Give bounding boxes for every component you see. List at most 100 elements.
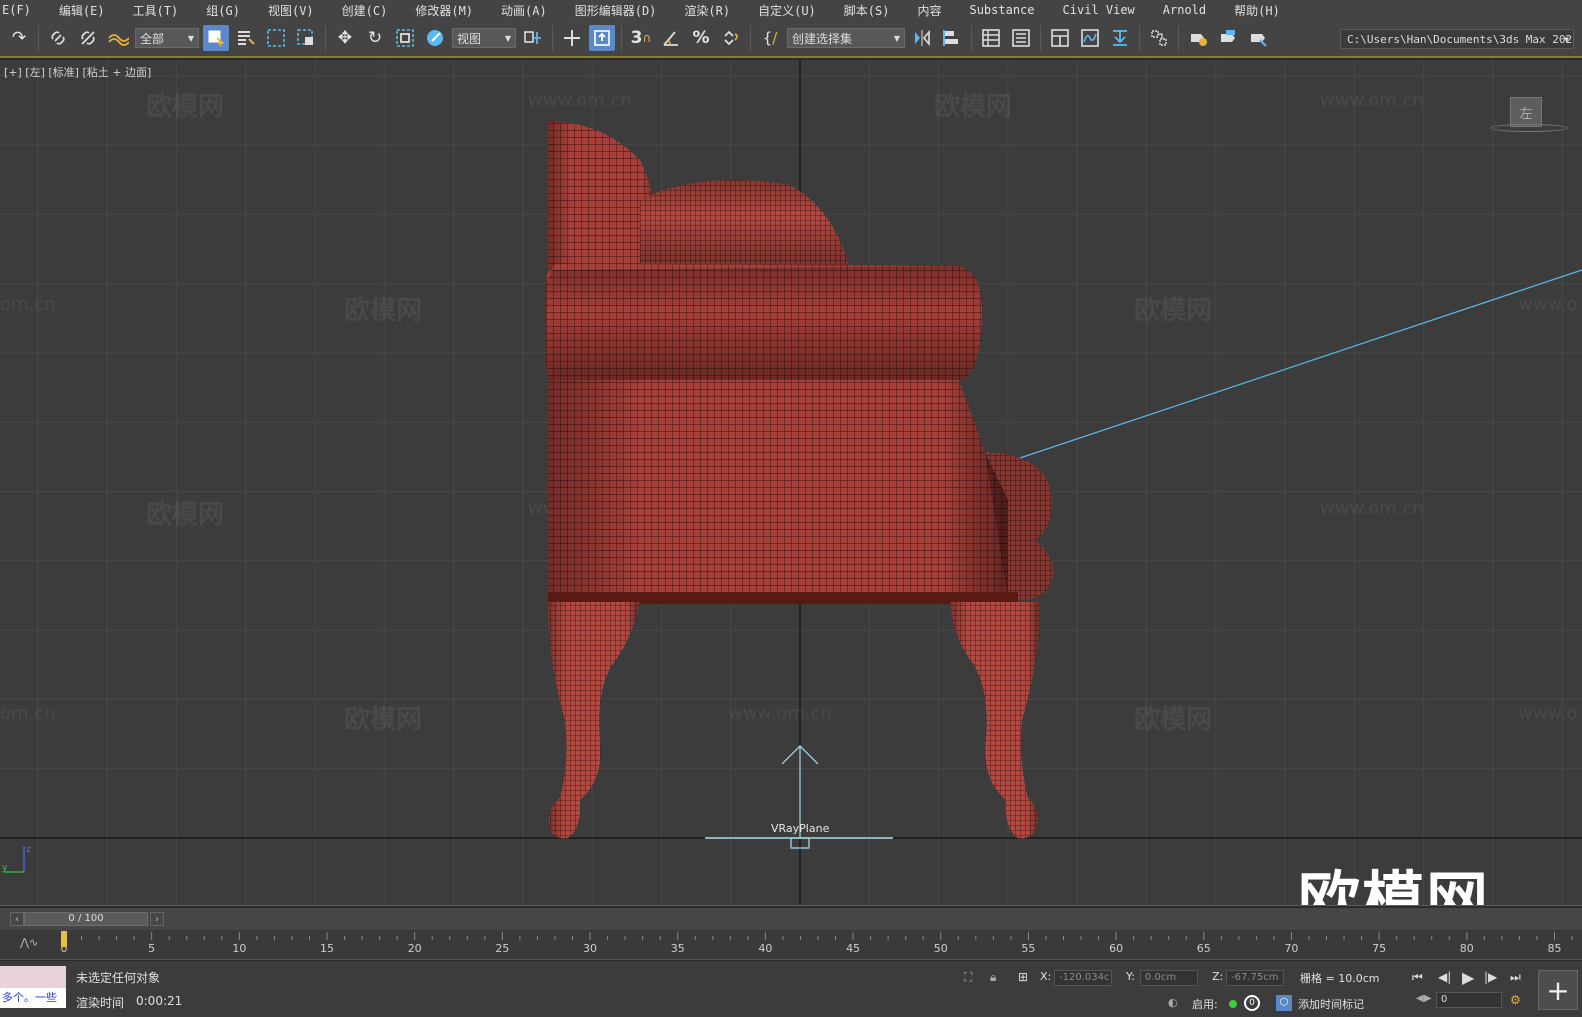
menu-content[interactable]: 内容	[903, 2, 955, 19]
scale-icon[interactable]	[392, 25, 418, 51]
select-object-icon[interactable]	[203, 25, 229, 51]
ruler-tick-label: 20	[408, 942, 422, 955]
material-editor-icon[interactable]	[1146, 25, 1172, 51]
ruler-tick-label: 40	[758, 942, 772, 955]
angle-snap-icon[interactable]	[658, 25, 684, 51]
z-coord-field[interactable]: -67.75cm	[1226, 970, 1284, 986]
redo-icon[interactable]: ↷	[6, 25, 32, 51]
next-frame-icon[interactable]: ›	[150, 912, 164, 926]
isolate-selection-icon[interactable]: ⛶	[964, 970, 972, 985]
vrayplane-label: VRayPlane	[771, 822, 830, 835]
menu-bar: E(F) 编辑(E) 工具(T) 组(G) 视图(V) 创建(C) 修改器(M)…	[0, 0, 1582, 20]
menu-arnold[interactable]: Arnold	[1149, 3, 1220, 17]
keyboard-shortcut-override-icon[interactable]	[589, 25, 615, 51]
scene-explorer-icon[interactable]	[978, 25, 1004, 51]
rendered-frame-window-icon[interactable]	[1215, 25, 1241, 51]
current-frame-marker[interactable]	[61, 931, 67, 947]
edit-named-selection-icon[interactable]: {/	[757, 25, 783, 51]
menu-tools[interactable]: 工具(T)	[119, 2, 193, 19]
create-panel-button[interactable]: +	[1538, 970, 1578, 1010]
menu-modifiers[interactable]: 修改器(M)	[401, 2, 487, 19]
viewcube[interactable]: 左	[1510, 97, 1542, 127]
menu-civil-view[interactable]: Civil View	[1049, 3, 1149, 17]
scene-layer: z y	[2, 121, 1582, 873]
curve-editor-icon[interactable]	[1077, 25, 1103, 51]
current-frame-field[interactable]: 0	[1436, 992, 1502, 1008]
time-slider[interactable]: 0 / 100	[24, 912, 148, 926]
previous-frame-icon[interactable]: ◀|	[1438, 970, 1451, 984]
move-icon[interactable]: ✥	[332, 25, 358, 51]
add-time-tag-label[interactable]: 添加时间标记	[1298, 996, 1364, 1012]
menu-file[interactable]: E(F)	[0, 3, 45, 17]
time-tag-icon[interactable]: ⬡	[1276, 995, 1292, 1011]
play-icon[interactable]: ▶	[1462, 968, 1474, 987]
menu-create[interactable]: 创建(C)	[328, 2, 402, 19]
status-dot	[1229, 1000, 1237, 1008]
menu-group[interactable]: 组(G)	[192, 2, 254, 19]
y-coord-field[interactable]: 0.0cm	[1140, 970, 1198, 986]
go-to-end-icon[interactable]: ⏭	[1510, 970, 1521, 985]
layer-explorer-icon[interactable]	[1008, 25, 1034, 51]
maxscript-mini-listener[interactable]: 多个。一些	[0, 966, 66, 1008]
x-coord-label: X:	[1040, 970, 1052, 983]
bind-space-warp-icon[interactable]	[105, 25, 131, 51]
menu-edit[interactable]: 编辑(E)	[45, 2, 119, 19]
unlink-icon[interactable]	[75, 25, 101, 51]
percent-snap-icon[interactable]: %	[688, 25, 714, 51]
menu-graph-editors[interactable]: 图形编辑器(D)	[561, 2, 671, 19]
rotate-icon[interactable]: ↻	[362, 25, 388, 51]
window-crossing-icon[interactable]	[293, 25, 319, 51]
align-icon[interactable]	[939, 25, 965, 51]
link-icon[interactable]	[45, 25, 71, 51]
z-coord-label: Z:	[1212, 970, 1224, 983]
toolbar-separator	[750, 25, 751, 51]
menu-customize[interactable]: 自定义(U)	[744, 2, 830, 19]
prev-frame-icon[interactable]: ‹	[10, 912, 24, 926]
ruler-tick-label: 35	[671, 942, 685, 955]
sofa-mesh[interactable]	[546, 121, 1054, 839]
absolute-mode-icon[interactable]: ⊞	[1018, 970, 1028, 984]
selection-filter-dropdown[interactable]: 全部 ▼	[135, 28, 199, 48]
select-by-name-icon[interactable]	[233, 25, 259, 51]
menu-rendering[interactable]: 渲染(R)	[670, 2, 744, 19]
select-manipulate-icon[interactable]	[559, 25, 585, 51]
lock-selection-icon[interactable]: 🔒︎	[990, 970, 996, 985]
project-path-field[interactable]: C:\Users\Han\Documents\3ds Max 2022 ▼	[1340, 29, 1574, 49]
toolbar-separator	[38, 25, 39, 51]
rectangular-selection-icon[interactable]	[263, 25, 289, 51]
toggle-ribbon-icon[interactable]	[1047, 25, 1073, 51]
time-configuration-icon[interactable]: ⚙	[1510, 993, 1521, 1007]
viewport-left[interactable]: [+] [左] [标准] [粘土 + 边面] 欧模网 www.om.cn 欧模网…	[0, 60, 1582, 906]
menu-substance[interactable]: Substance	[955, 3, 1048, 17]
place-icon[interactable]	[422, 25, 448, 51]
menu-help[interactable]: 帮助(H)	[1220, 2, 1294, 19]
svg-text:z: z	[26, 845, 31, 855]
menu-scripting[interactable]: 脚本(S)	[830, 2, 904, 19]
next-key-icon[interactable]: |▶	[1484, 970, 1497, 984]
enable-label: 启用:	[1192, 998, 1218, 1011]
render-setup-icon[interactable]	[1185, 25, 1211, 51]
time-config-arrows-icon[interactable]: ◀▶	[1416, 993, 1431, 1004]
menu-views[interactable]: 视图(V)	[254, 2, 328, 19]
toolbar-separator	[552, 25, 553, 51]
pivot-center-icon[interactable]	[520, 25, 546, 51]
helper-line	[1019, 269, 1582, 459]
reference-coordinate-dropdown[interactable]: 视图 ▼	[452, 28, 516, 48]
snaps-toggle-icon[interactable]: 3 ∩	[628, 25, 654, 51]
spinner-snap-icon[interactable]	[718, 25, 744, 51]
render-production-icon[interactable]	[1245, 25, 1271, 51]
menu-animation[interactable]: 动画(A)	[487, 2, 561, 19]
named-selection-set-dropdown[interactable]: 创建选择集 ▼	[787, 28, 905, 48]
viewcube-ring[interactable]	[1490, 124, 1568, 132]
selection-status: 未选定任何对象	[76, 971, 161, 985]
x-coord-field[interactable]: -120.034c	[1054, 970, 1112, 986]
track-bar[interactable]: ⋀∿ 0 5 10 15 20 25 30 35 40 45 50 55 60 65 70 75 80 85	[0, 930, 1582, 960]
mirror-icon[interactable]	[909, 25, 935, 51]
toolbar-separator	[1139, 25, 1140, 51]
svg-text:y: y	[2, 863, 8, 873]
ruler-tick-label: 25	[495, 942, 509, 955]
schematic-view-icon[interactable]	[1107, 25, 1133, 51]
toolbar-separator	[971, 25, 972, 51]
adaptive-degradation-icon[interactable]: ◐	[1168, 996, 1178, 1009]
go-to-start-icon[interactable]: ⏮	[1412, 970, 1423, 985]
